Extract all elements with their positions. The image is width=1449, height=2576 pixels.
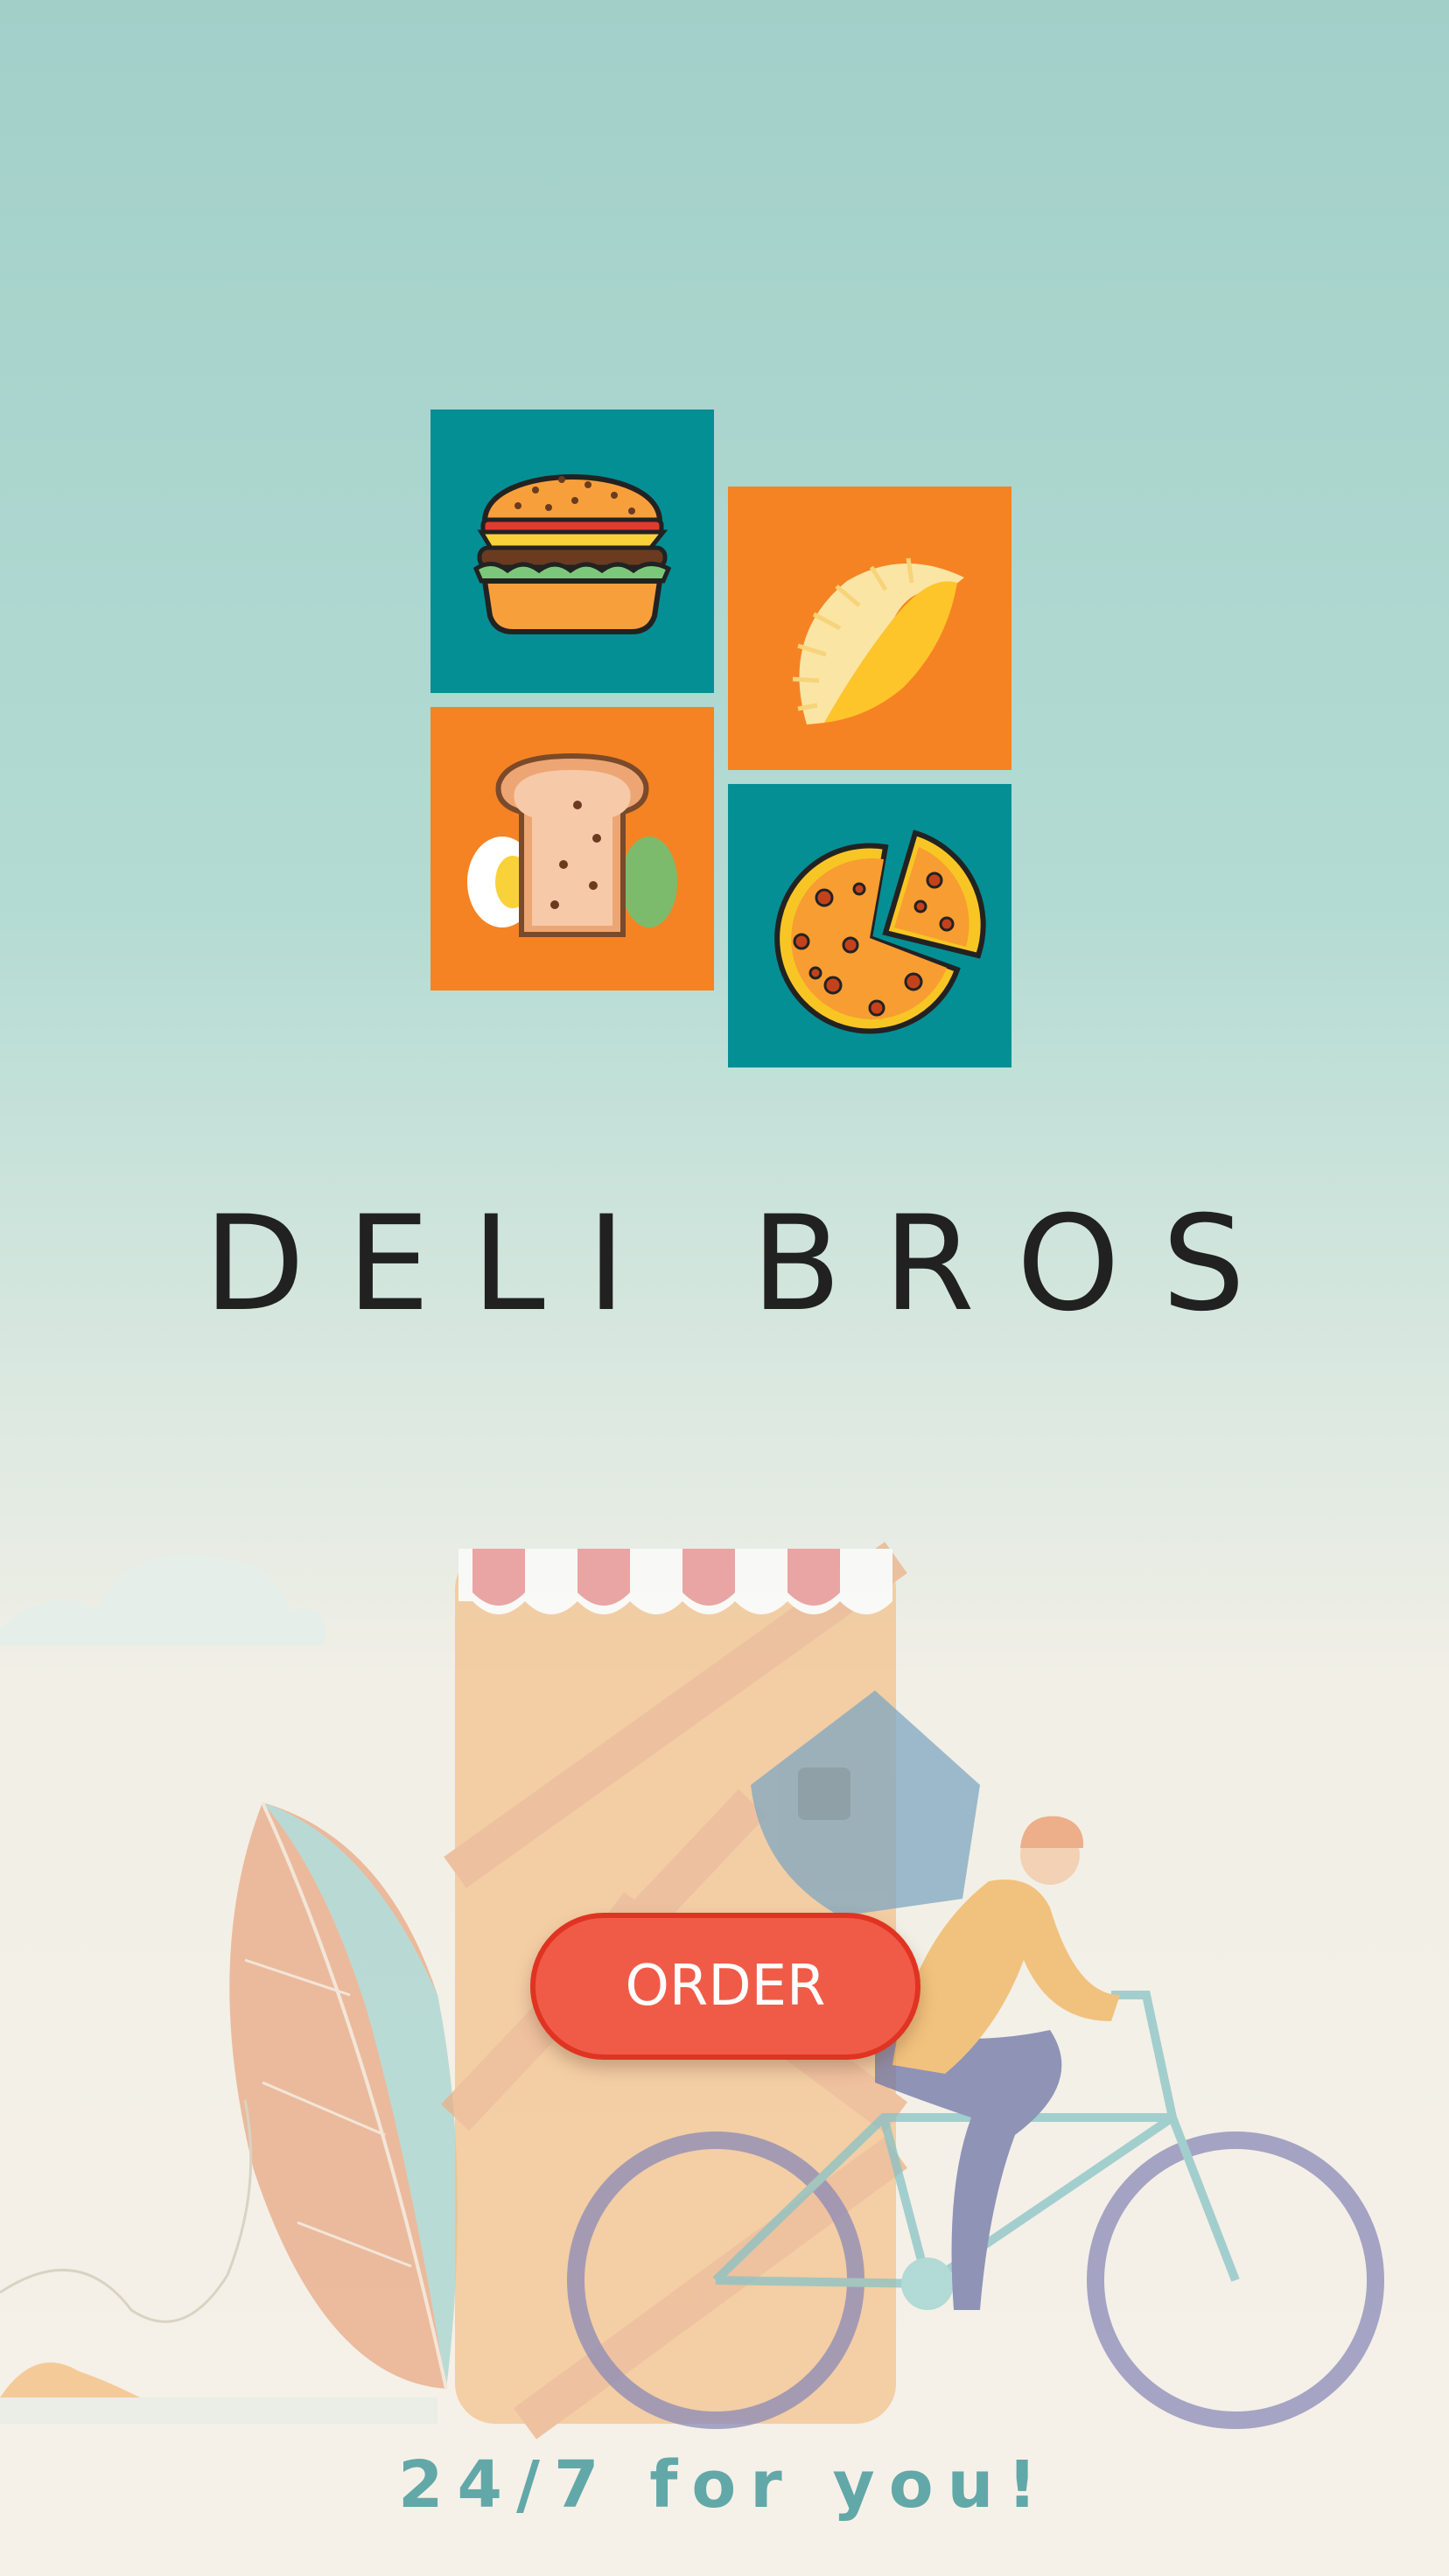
- logo-tile-burger: [430, 410, 714, 693]
- burger-icon: [472, 474, 672, 634]
- logo-tile-empanada: [728, 486, 1012, 770]
- order-button[interactable]: ORDER: [530, 1913, 920, 2060]
- leaf-decoration: [229, 1802, 458, 2390]
- logo-tile-sandwich: [430, 707, 714, 990]
- tagline: 24/7 for you!: [397, 2447, 1052, 2523]
- logo-tile-pizza: [728, 784, 1012, 1068]
- brand-title: DELI BROS: [203, 1188, 1288, 1340]
- sandwich-icon: [467, 752, 677, 937]
- empanada-icon: [792, 557, 964, 724]
- pizza-icon: [774, 830, 986, 1034]
